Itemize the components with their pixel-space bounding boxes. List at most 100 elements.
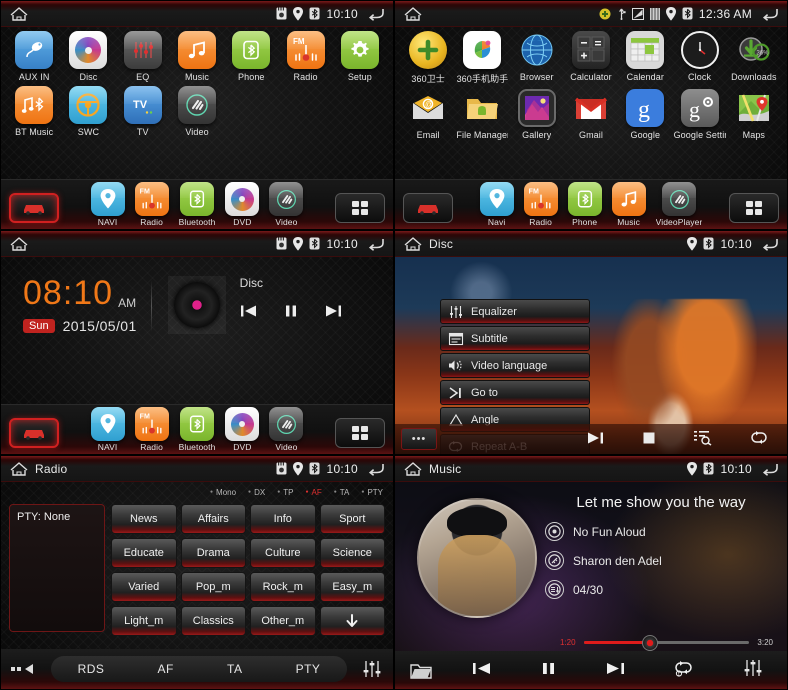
dock-item-bluetooth[interactable]: Bluetooth	[179, 407, 216, 452]
pty-button-light-m[interactable]: Light_m	[111, 606, 177, 636]
app-calendar[interactable]: Calendar	[618, 31, 672, 85]
previous-track-icon[interactable]	[472, 661, 492, 680]
app-aux-in[interactable]: AUX IN	[7, 31, 61, 82]
pty-button-other-m[interactable]: Other_m	[250, 606, 316, 636]
app-360-guard[interactable]: 360卫士	[401, 31, 455, 85]
progress-slider[interactable]	[583, 634, 750, 651]
app-swc[interactable]: SWC	[61, 86, 115, 137]
home-icon[interactable]	[403, 6, 423, 22]
pty-button-news[interactable]: News	[111, 504, 177, 534]
previous-track-icon[interactable]	[240, 304, 258, 322]
app-browser[interactable]: Browser	[510, 31, 564, 85]
back-arrow-icon[interactable]	[368, 462, 385, 476]
next-track-icon[interactable]	[586, 431, 604, 448]
menu-item-video-language[interactable]: Video language	[440, 353, 590, 378]
tab-af[interactable]: AF	[158, 662, 174, 676]
apps-grid-icon[interactable]	[335, 418, 385, 448]
back-arrow-icon[interactable]	[762, 462, 779, 476]
menu-item-equalizer[interactable]: Equalizer	[440, 299, 590, 324]
app-calculator[interactable]: Calculator	[564, 31, 618, 85]
pty-button-pop-m[interactable]: Pop_m	[180, 572, 246, 602]
tab-rds[interactable]: RDS	[78, 662, 105, 676]
app-downloads[interactable]: 36% Downloads	[727, 31, 781, 85]
car-icon[interactable]	[9, 193, 59, 223]
app-google-settings[interactable]: g Google Settings	[672, 89, 726, 140]
equalizer-icon[interactable]	[743, 659, 763, 681]
pty-button-info[interactable]: Info	[250, 504, 316, 534]
app-maps[interactable]: Maps	[727, 89, 781, 140]
home-icon[interactable]	[9, 236, 29, 252]
dock-item-dvd[interactable]: DVD	[225, 182, 260, 227]
pty-button-varied[interactable]: Varied	[111, 572, 177, 602]
back-arrow-icon[interactable]	[762, 237, 779, 251]
app-phone[interactable]: Phone	[224, 31, 278, 82]
pty-button-rock-m[interactable]: Rock_m	[250, 572, 316, 602]
home-icon[interactable]	[9, 6, 29, 22]
dock-item-radio[interactable]: FM Radio	[523, 182, 558, 227]
playlist-icon[interactable]	[694, 430, 712, 448]
folder-icon[interactable]	[395, 662, 447, 679]
pty-button-science[interactable]: Science	[319, 538, 385, 568]
dock-item-videoplayer[interactable]: VideoPlayer	[656, 182, 703, 227]
next-track-icon[interactable]	[324, 304, 342, 322]
pty-page-down-button[interactable]	[319, 606, 385, 636]
equalizer-icon[interactable]	[351, 660, 393, 678]
home-icon[interactable]	[403, 236, 423, 252]
dock-item-video[interactable]: Video	[269, 407, 304, 452]
home-icon[interactable]	[9, 461, 29, 477]
dock-item-phone[interactable]: Phone	[567, 182, 602, 227]
pause-icon[interactable]	[541, 661, 556, 680]
stop-icon[interactable]	[642, 431, 656, 448]
pause-icon[interactable]	[284, 304, 298, 322]
dock-item-dvd[interactable]: DVD	[225, 407, 260, 452]
dock-item-music[interactable]: Music	[611, 182, 646, 227]
repeat-one-icon[interactable]: 1	[674, 660, 694, 681]
more-back-icon[interactable]	[1, 664, 47, 674]
dock-item-navi[interactable]: NAVI	[90, 182, 125, 227]
dock-item-bluetooth[interactable]: Bluetooth	[179, 182, 216, 227]
app-music[interactable]: Music	[170, 31, 224, 82]
pty-button-educate[interactable]: Educate	[111, 538, 177, 568]
more-options-button[interactable]: •••	[401, 428, 437, 450]
app-gmail[interactable]: Gmail	[564, 89, 618, 140]
apps-grid-icon[interactable]	[335, 193, 385, 223]
dock-item-video[interactable]: Video	[269, 182, 304, 227]
back-arrow-icon[interactable]	[762, 7, 779, 21]
car-icon[interactable]	[403, 193, 453, 223]
pty-button-classics[interactable]: Classics	[180, 606, 246, 636]
tab-ta[interactable]: TA	[227, 662, 242, 676]
dock-item-navi[interactable]: Navi	[479, 182, 514, 227]
dock-item-navi[interactable]: NAVI	[90, 407, 125, 452]
app-file-manager[interactable]: File Manager	[455, 89, 509, 140]
back-arrow-icon[interactable]	[368, 237, 385, 251]
pty-button-drama[interactable]: Drama	[180, 538, 246, 568]
app-bt-music[interactable]: BT Music	[7, 86, 61, 137]
app-google[interactable]: g Google	[618, 89, 672, 140]
pty-button-affairs[interactable]: Affairs	[180, 504, 246, 534]
app-setup[interactable]: Setup	[333, 31, 387, 82]
app-gallery[interactable]: Gallery	[510, 89, 564, 140]
next-track-icon[interactable]	[605, 661, 625, 680]
app-video[interactable]: Video	[170, 86, 224, 137]
tab-pty[interactable]: PTY	[296, 662, 321, 676]
pty-button-easy-m[interactable]: Easy_m	[319, 572, 385, 602]
progress-knob[interactable]	[641, 634, 658, 651]
app-disc[interactable]: Disc	[61, 31, 115, 82]
dock-item-radio[interactable]: FM Radio	[134, 407, 169, 452]
home-icon[interactable]	[403, 461, 423, 477]
app-radio[interactable]: FM Radio	[278, 31, 332, 82]
back-arrow-icon[interactable]	[368, 7, 385, 21]
dock-item-radio[interactable]: FM Radio	[134, 182, 169, 227]
repeat-icon[interactable]	[750, 430, 768, 448]
apps-grid-icon[interactable]	[729, 193, 779, 223]
menu-item-goto[interactable]: Go to	[440, 380, 590, 405]
app-clock[interactable]: Clock	[672, 31, 726, 85]
app-eq[interactable]: EQ	[116, 31, 170, 82]
app-email[interactable]: @ Email	[401, 89, 455, 140]
app-360-assistant[interactable]: 360手机助手	[455, 31, 509, 85]
pty-button-culture[interactable]: Culture	[250, 538, 316, 568]
pty-button-sport[interactable]: Sport	[319, 504, 385, 534]
app-tv[interactable]: TV TV	[116, 86, 170, 137]
menu-item-subtitle[interactable]: Subtitle	[440, 326, 590, 351]
car-icon[interactable]	[9, 418, 59, 448]
